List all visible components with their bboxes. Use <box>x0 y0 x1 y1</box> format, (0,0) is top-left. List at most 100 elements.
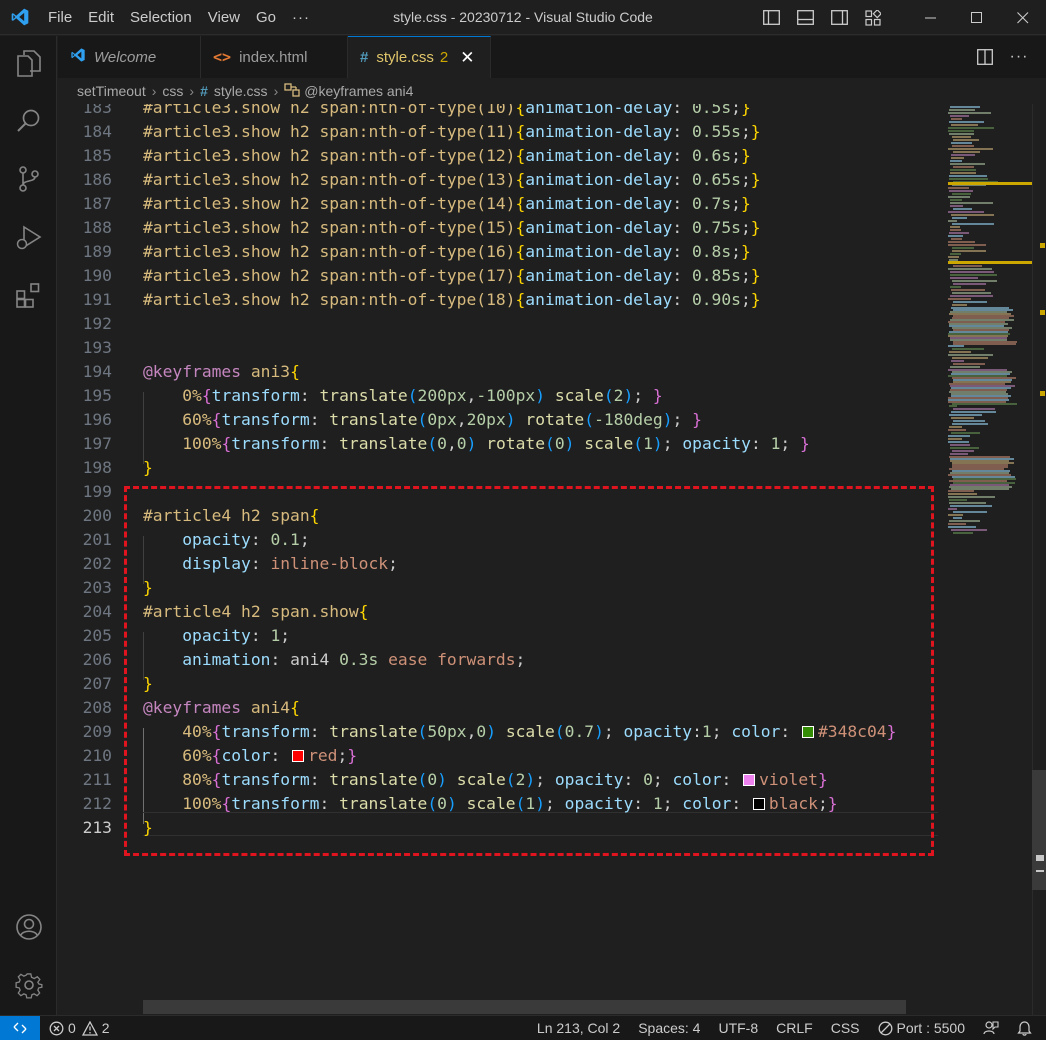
maximize-icon[interactable] <box>954 0 1000 35</box>
code-line[interactable]: 212 100%{transform: translate(0) scale(1… <box>58 792 938 816</box>
run-and-debug-icon[interactable] <box>0 212 57 262</box>
line-number: 197 <box>82 434 112 453</box>
html-file-icon: <> <box>213 48 232 66</box>
menu-edit[interactable]: Edit <box>80 0 122 35</box>
menu-go[interactable]: Go <box>248 0 284 35</box>
code-text: 60%{transform: translate(0px,20px) rotat… <box>182 410 702 429</box>
code-line[interactable]: 184 #article3.show h2 span:nth-of-type(11… <box>58 120 938 144</box>
feedback-icon[interactable] <box>974 1016 1008 1040</box>
cursor-position[interactable]: Ln 213, Col 2 <box>528 1016 629 1040</box>
code-line[interactable]: 193 <box>58 336 938 360</box>
code-text: #article3.show h2 span:nth-of-type(18){a… <box>143 290 761 309</box>
code-line[interactable]: 199 <box>58 480 938 504</box>
code-line[interactable]: 185 #article3.show h2 span:nth-of-type(12… <box>58 144 938 168</box>
code-line[interactable]: 204 #article4 h2 span.show{ <box>58 600 938 624</box>
css-hash-icon: # <box>200 83 208 99</box>
toggle-secondary-sidebar-icon[interactable] <box>822 0 856 35</box>
code-line[interactable]: 195 0%{transform: translate(200px,-100px… <box>58 384 938 408</box>
minimap-line <box>948 211 985 213</box>
line-number: 211 <box>82 770 112 789</box>
code-line[interactable]: 201 opacity: 0.1; <box>58 528 938 552</box>
code-line[interactable]: 191 #article3.show h2 span:nth-of-type(18… <box>58 288 938 312</box>
menu-selection[interactable]: Selection <box>122 0 200 35</box>
code-line[interactable]: 196 60%{transform: translate(0px,20px) r… <box>58 408 938 432</box>
problems-status[interactable]: 0 2 <box>40 1016 119 1040</box>
minimap-line <box>948 493 977 495</box>
indentation[interactable]: Spaces: 4 <box>629 1016 709 1040</box>
breadcrumb-item[interactable]: @keyframes ani4 <box>304 83 413 99</box>
accounts-icon[interactable] <box>0 902 57 952</box>
manage-gear-icon[interactable] <box>0 960 57 1010</box>
toggle-primary-sidebar-icon[interactable] <box>754 0 788 35</box>
warning-marker <box>1040 391 1045 396</box>
code-editor[interactable]: 183 #article3.show h2 span:nth-of-type(10… <box>58 104 938 1015</box>
code-line[interactable]: 211 80%{transform: translate(0) scale(2)… <box>58 768 938 792</box>
breadcrumb: setTimeout › css › # style.css › @keyfra… <box>58 78 1046 104</box>
code-line[interactable]: 190 #article3.show h2 span:nth-of-type(17… <box>58 264 938 288</box>
code-line[interactable]: 205 opacity: 1; <box>58 624 938 648</box>
split-editor-icon[interactable] <box>968 36 1002 78</box>
minimize-icon[interactable] <box>908 0 954 35</box>
minimap-line <box>950 253 962 255</box>
menu-file[interactable]: File <box>40 0 80 35</box>
code-line[interactable]: 206 animation: ani4 0.3s ease forwards; <box>58 648 938 672</box>
menu-view[interactable]: View <box>200 0 248 35</box>
notifications-bell-icon[interactable] <box>1008 1016 1046 1040</box>
remote-indicator-icon[interactable] <box>0 1015 40 1040</box>
code-text: } <box>143 674 153 693</box>
breadcrumb-item[interactable]: style.css <box>214 83 268 99</box>
tab-welcome[interactable]: Welcome <box>58 36 201 78</box>
code-line[interactable]: 197 100%{transform: translate(0,0) rotat… <box>58 432 938 456</box>
tab-style-css[interactable]: # style.css 2 ✕ <box>348 36 491 78</box>
code-line[interactable]: 188 #article3.show h2 span:nth-of-type(15… <box>58 216 938 240</box>
horizontal-scrollbar[interactable] <box>143 1000 906 1014</box>
explorer-icon[interactable] <box>0 38 57 88</box>
code-line[interactable]: 202 display: inline-block; <box>58 552 938 576</box>
breadcrumb-item[interactable]: setTimeout <box>77 83 146 99</box>
scroll-position-marker <box>1036 870 1044 872</box>
code-line[interactable]: 207} <box>58 672 938 696</box>
menu-more[interactable]: ··· <box>284 0 318 35</box>
color-swatch[interactable] <box>801 726 814 738</box>
end-of-line[interactable]: CRLF <box>767 1016 822 1040</box>
code-line[interactable]: 187 #article3.show h2 span:nth-of-type(14… <box>58 192 938 216</box>
close-window-icon[interactable] <box>1000 0 1046 35</box>
minimap-line <box>952 357 989 359</box>
code-line[interactable]: 192 <box>58 312 938 336</box>
code-text: @keyframes ani4{ <box>143 698 300 717</box>
code-line[interactable]: 200 #article4 h2 span{ <box>58 504 938 528</box>
vertical-scrollbar-thumb[interactable] <box>1032 770 1046 890</box>
toggle-panel-icon[interactable] <box>788 0 822 35</box>
code-line[interactable]: 203} <box>58 576 938 600</box>
color-swatch[interactable] <box>292 750 305 762</box>
code-line[interactable]: 189 #article3.show h2 span:nth-of-type(16… <box>58 240 938 264</box>
more-actions-icon[interactable]: ··· <box>1002 36 1036 78</box>
code-line[interactable]: 208 @keyframes ani4{ <box>58 696 938 720</box>
extensions-icon[interactable] <box>0 270 57 320</box>
code-line[interactable]: 198} <box>58 456 938 480</box>
customize-layout-icon[interactable] <box>856 0 890 35</box>
code-line[interactable]: 209 40%{transform: translate(50px,0) sca… <box>58 720 938 744</box>
encoding[interactable]: UTF-8 <box>709 1016 767 1040</box>
close-icon[interactable]: ✕ <box>460 48 474 68</box>
minimap-line <box>950 366 981 368</box>
code-line[interactable]: 213} <box>58 816 938 840</box>
color-swatch[interactable] <box>743 774 756 786</box>
live-server-port[interactable]: Port : 5500 <box>869 1016 975 1040</box>
breadcrumb-item[interactable]: css <box>162 83 183 99</box>
language-mode[interactable]: CSS <box>822 1016 869 1040</box>
color-swatch[interactable] <box>752 798 765 810</box>
minimap-line <box>949 133 974 135</box>
source-control-icon[interactable] <box>0 154 57 204</box>
search-icon[interactable] <box>0 96 57 146</box>
tab-index-html[interactable]: <> index.html <box>201 36 348 78</box>
minimap-line <box>952 348 984 350</box>
code-line[interactable]: 194 @keyframes ani3{ <box>58 360 938 384</box>
code-line[interactable]: 183 #article3.show h2 span:nth-of-type(10… <box>58 104 938 120</box>
code-line[interactable]: 210 60%{color: red;} <box>58 744 938 768</box>
minimap-line <box>948 354 993 356</box>
minimap[interactable] <box>938 104 1032 1015</box>
minimap-line <box>951 214 994 216</box>
code-line[interactable]: 186 #article3.show h2 span:nth-of-type(13… <box>58 168 938 192</box>
minimap-line <box>953 151 980 153</box>
